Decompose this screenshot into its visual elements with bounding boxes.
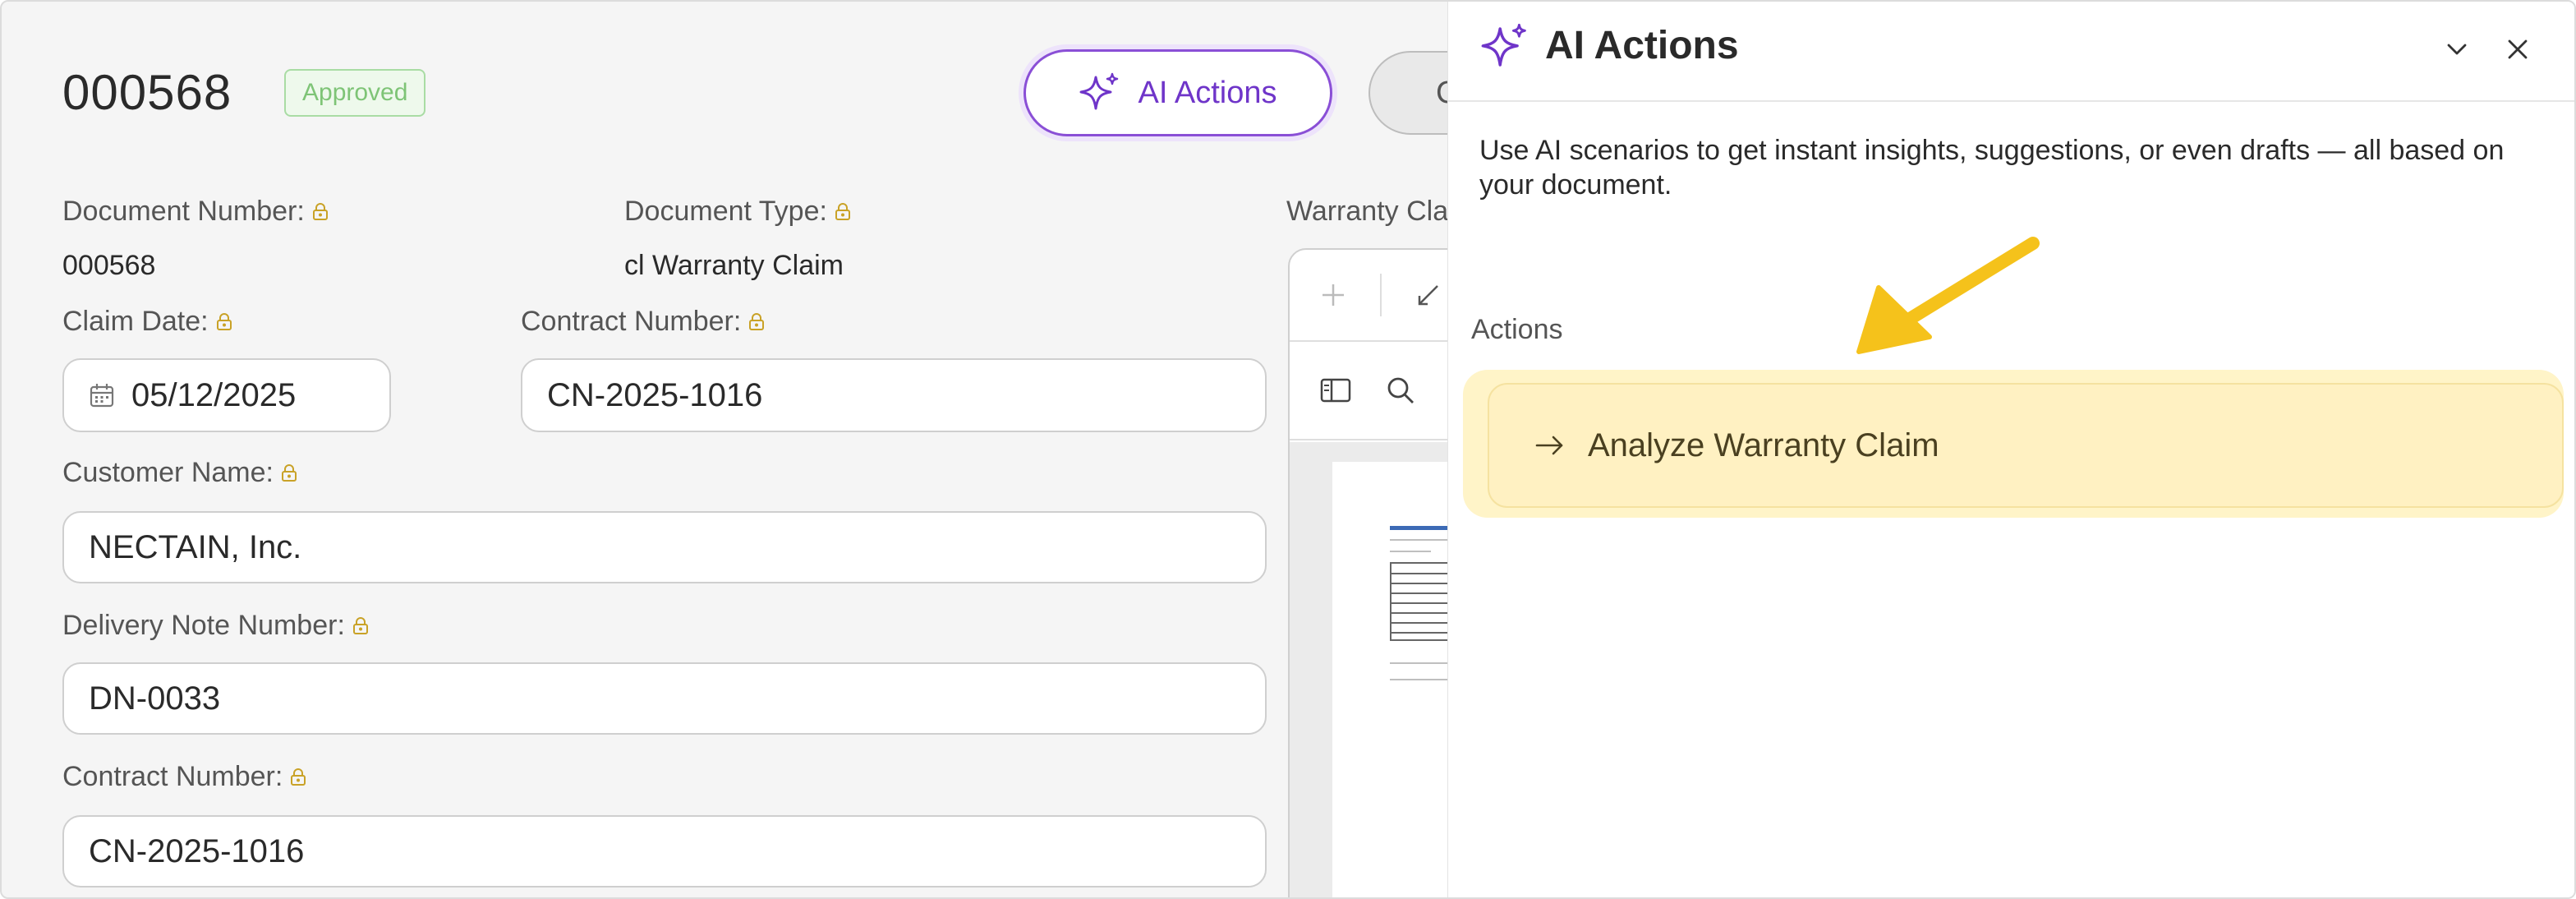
delivery-note-number-label-text: Delivery Note Number: (62, 610, 345, 641)
claim-date-label-text: Claim Date: (62, 306, 209, 337)
document-type-label-text: Document Type: (624, 196, 827, 227)
preview-label: Warranty Cla (1286, 196, 1449, 227)
contract-number-label: Contract Number: (521, 306, 766, 338)
ai-actions-button-label: AI Actions (1138, 75, 1277, 110)
panel-title: AI Actions (1545, 24, 1739, 67)
lock-icon (352, 616, 368, 634)
document-number-label-text: Document Number: (62, 196, 305, 227)
document-preview (1288, 248, 1469, 897)
document-type-label: Document Type: (624, 196, 852, 228)
lock-icon (749, 312, 765, 330)
actions-heading: Actions (1471, 314, 1563, 345)
panel-description: Use AI scenarios to get instant insights… (1479, 135, 2505, 201)
delivery-note-number-input[interactable]: DN-0033 (62, 662, 1267, 735)
lock-icon (281, 463, 297, 482)
contract-number-label-2-text: Contract Number: (62, 761, 283, 792)
lock-icon (291, 768, 306, 786)
close-icon[interactable] (2501, 33, 2534, 66)
sidebar-toggle-icon[interactable] (1319, 376, 1352, 405)
claim-date-value: 05/12/2025 (131, 376, 297, 413)
expand-icon[interactable] (1414, 281, 1442, 309)
claim-date-input[interactable]: 05/12/2025 (62, 358, 391, 432)
action-highlight: Analyze Warranty Claim (1463, 370, 2564, 518)
chevron-down-icon[interactable] (2440, 33, 2473, 66)
analyze-warranty-claim-button[interactable]: Analyze Warranty Claim (1488, 383, 2564, 508)
customer-name-value: NECTAIN, Inc. (89, 528, 302, 565)
document-number-label: Document Number: (62, 196, 329, 228)
ai-actions-panel: AI Actions Use AI scenarios to get insta… (1447, 2, 2574, 897)
status-badge: Approved (284, 69, 426, 117)
action-label: Analyze Warranty Claim (1588, 426, 1939, 463)
panel-header: AI Actions (1448, 2, 2574, 102)
customer-name-label: Customer Name: (62, 457, 298, 489)
app-window: 000568 Approved AI Actions C Document Nu… (0, 0, 2576, 899)
plus-icon[interactable] (1319, 281, 1347, 309)
claim-date-label: Claim Date: (62, 306, 233, 338)
delivery-note-number-value: DN-0033 (89, 680, 221, 717)
document-type-value: cl Warranty Claim (624, 250, 844, 281)
sparkle-icon (1481, 23, 1526, 67)
toolbar-divider (1380, 274, 1382, 316)
calendar-icon (90, 384, 114, 408)
preview-toolbar-secondary (1290, 342, 1467, 440)
customer-name-input[interactable]: NECTAIN, Inc. (62, 511, 1267, 583)
document-number-value: 000568 (62, 250, 156, 281)
page-title: 000568 (62, 65, 232, 120)
arrow-right-icon (1535, 436, 1563, 455)
ai-actions-button[interactable]: AI Actions (1024, 49, 1332, 136)
delivery-note-number-label: Delivery Note Number: (62, 610, 370, 642)
contract-number-label-text: Contract Number: (521, 306, 742, 337)
preview-toolbar (1290, 250, 1467, 342)
contract-number-label-2: Contract Number: (62, 761, 307, 793)
preview-canvas (1290, 442, 1467, 897)
sparkle-icon (1079, 72, 1118, 110)
contract-number-value: CN-2025-1016 (547, 376, 763, 413)
lock-icon (835, 202, 850, 220)
customer-name-label-text: Customer Name: (62, 457, 274, 488)
contract-number-value-2: CN-2025-1016 (89, 832, 305, 869)
callout-arrow-icon (1856, 237, 2040, 354)
search-icon[interactable] (1385, 375, 1416, 406)
contract-number-input-2[interactable]: CN-2025-1016 (62, 815, 1267, 887)
lock-icon (216, 312, 232, 330)
contract-number-input[interactable]: CN-2025-1016 (521, 358, 1267, 432)
lock-icon (312, 202, 328, 220)
